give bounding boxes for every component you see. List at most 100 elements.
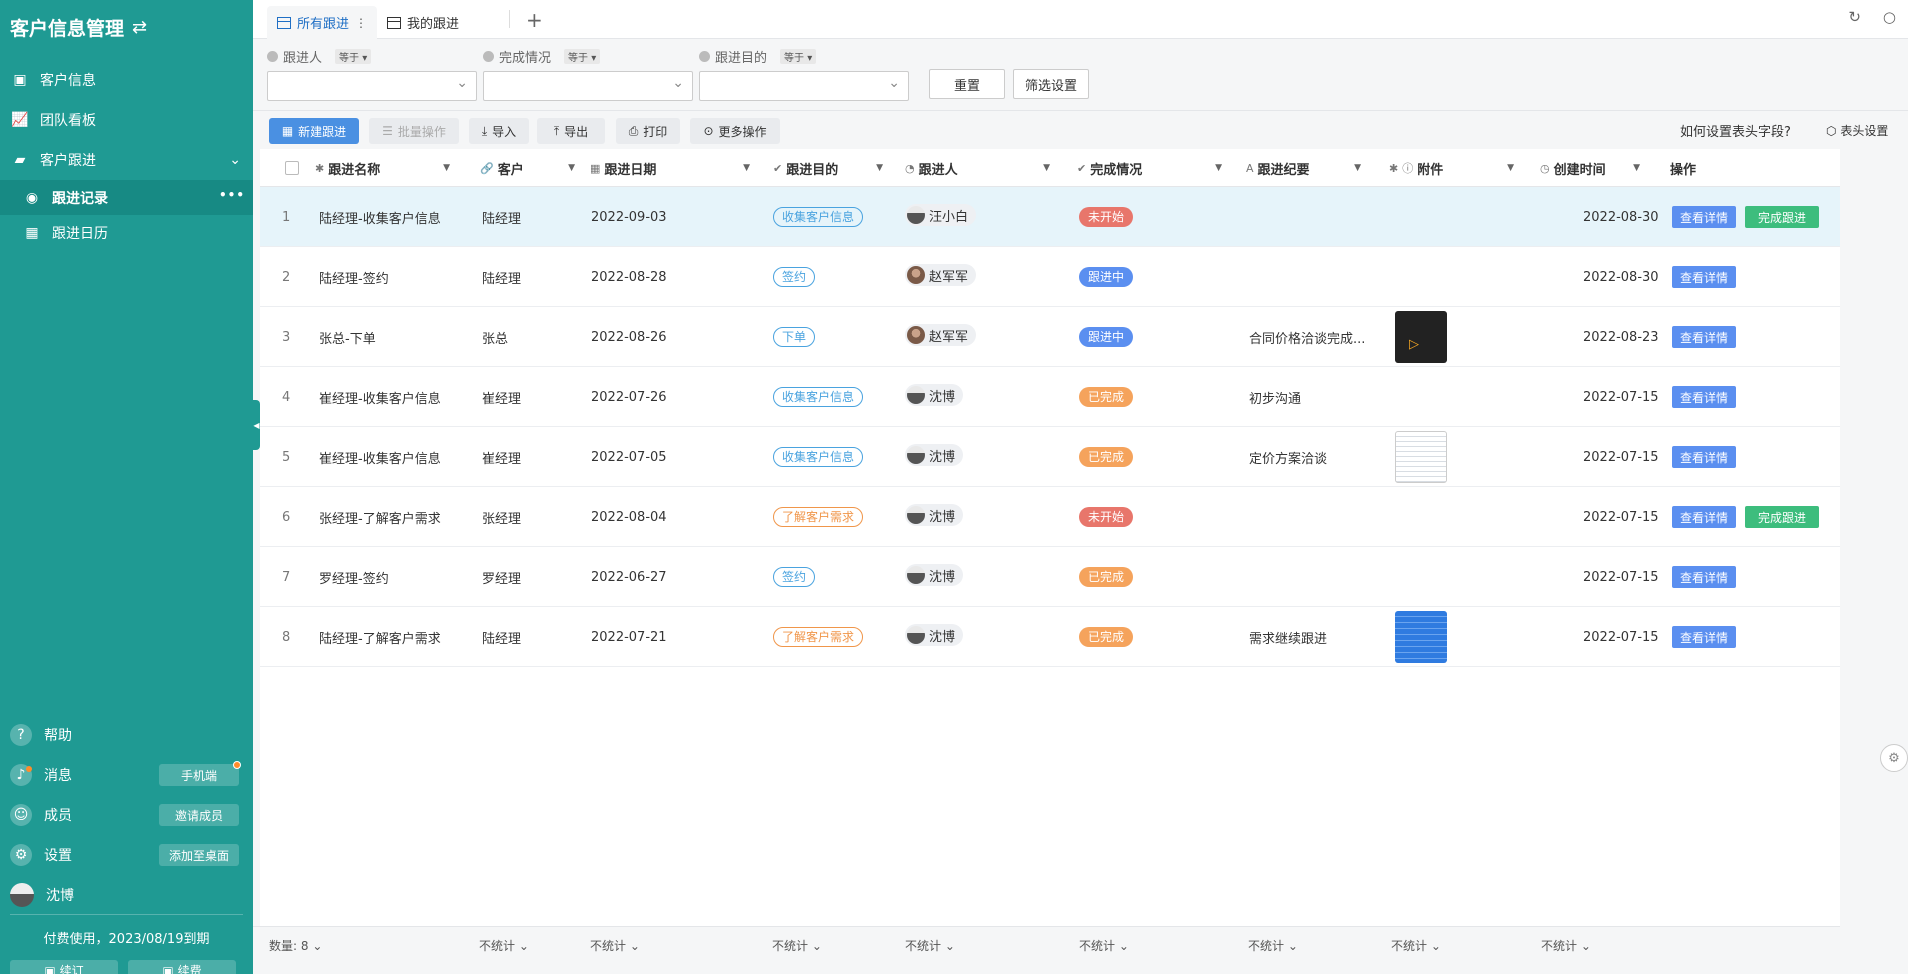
- purpose-select[interactable]: [699, 71, 909, 101]
- sort-dropdown-icon[interactable]: ▼: [1507, 163, 1514, 173]
- user-chip[interactable]: 赵军军: [905, 324, 977, 346]
- operator-dropdown[interactable]: 等于 ▾: [335, 48, 372, 64]
- customer-name[interactable]: 陆经理: [482, 607, 521, 667]
- table-row[interactable]: 3 张总-下单 张总 2022-08-26 下单 赵军军 跟进中 合同价格洽谈完成... 202…: [260, 307, 1840, 367]
- operator-dropdown[interactable]: 等于 ▾: [564, 48, 601, 64]
- sidebar-item-team-board[interactable]: 📈 团队看板: [0, 100, 253, 140]
- summary-status[interactable]: 不统计 ⌄: [1079, 937, 1129, 954]
- followup-name[interactable]: 陆经理-收集客户信息: [319, 187, 441, 247]
- table-row[interactable]: 2 陆经理-签约 陆经理 2022-08-28 签约 赵军军 跟进中 2022-08-30 查看…: [260, 247, 1840, 307]
- table-row[interactable]: 7 罗经理-签约 罗经理 2022-06-27 签约 沈博 已完成 2022-07-15 查看详…: [260, 547, 1840, 607]
- table-row[interactable]: 6 张经理-了解客户需求 张经理 2022-08-04 了解客户需求 沈博 未开始 2022-…: [260, 487, 1840, 547]
- col-person[interactable]: ◔ 跟进人 ▼: [905, 149, 1050, 187]
- view-details-button[interactable]: 查看详情: [1672, 266, 1736, 288]
- customer-name[interactable]: 陆经理: [482, 247, 521, 307]
- members-item[interactable]: ☺ 成员 邀请成员: [0, 795, 253, 835]
- add-tab-icon[interactable]: +: [526, 8, 543, 32]
- settings-item[interactable]: ⚙ 设置 添加至桌面: [0, 835, 253, 875]
- customer-name[interactable]: 张总: [482, 307, 508, 367]
- reset-button[interactable]: 重置: [929, 69, 1005, 99]
- view-details-button[interactable]: 查看详情: [1672, 386, 1736, 408]
- sort-dropdown-icon[interactable]: ▼: [1043, 163, 1050, 173]
- col-name[interactable]: ✱ 跟进名称 ▼: [315, 149, 450, 187]
- invite-members-button[interactable]: 邀请成员: [159, 804, 239, 826]
- summary-created[interactable]: 不统计 ⌄: [1541, 937, 1591, 954]
- sort-dropdown-icon[interactable]: ▼: [743, 163, 750, 173]
- messages-item[interactable]: ♪ 消息 手机端: [0, 755, 253, 795]
- refresh-icon[interactable]: ↻: [1848, 8, 1861, 26]
- user-item[interactable]: 沈博: [0, 875, 253, 915]
- col-created[interactable]: ◷ 创建时间 ▼: [1540, 149, 1640, 187]
- sidebar-item-followup-calendar[interactable]: ▦ 跟进日历: [0, 215, 253, 250]
- followup-name[interactable]: 张经理-了解客户需求: [319, 487, 441, 547]
- customer-name[interactable]: 崔经理: [482, 427, 521, 487]
- col-notes[interactable]: A 跟进纪要 ▼: [1246, 149, 1361, 187]
- sidebar-item-followup-records[interactable]: ◉ 跟进记录 •••: [0, 180, 253, 215]
- view-details-button[interactable]: 查看详情: [1672, 506, 1736, 528]
- view-details-button[interactable]: 查看详情: [1672, 446, 1736, 468]
- customer-name[interactable]: 陆经理: [482, 187, 521, 247]
- summary-date[interactable]: 不统计 ⌄: [590, 937, 640, 954]
- batch-operation-button[interactable]: ☰ 批量操作: [369, 118, 459, 144]
- followup-name[interactable]: 陆经理-了解客户需求: [319, 607, 441, 667]
- filter-settings-button[interactable]: 筛选设置: [1013, 69, 1089, 99]
- summary-person[interactable]: 不统计 ⌄: [905, 937, 955, 954]
- customer-name[interactable]: 崔经理: [482, 367, 521, 427]
- count-summary[interactable]: 数量: 8 ⌄: [269, 937, 322, 954]
- upgrade-button[interactable]: ▣ 续费: [128, 960, 236, 974]
- more-icon[interactable]: •••: [219, 188, 245, 202]
- attachment-thumbnail[interactable]: [1395, 611, 1447, 663]
- sort-dropdown-icon[interactable]: ▼: [443, 163, 450, 173]
- user-chip[interactable]: 沈博: [905, 444, 964, 466]
- user-chip[interactable]: 赵军军: [905, 264, 977, 286]
- sidebar-item-customer-followup[interactable]: ▰ 客户跟进 ⌄: [0, 140, 253, 180]
- col-date[interactable]: ▦ 跟进日期 ▼: [590, 149, 750, 187]
- customer-name[interactable]: 张经理: [482, 487, 521, 547]
- tab-all-followups[interactable]: 所有跟进 ⋮: [267, 6, 378, 39]
- view-details-button[interactable]: 查看详情: [1672, 206, 1736, 228]
- followup-name[interactable]: 崔经理-收集客户信息: [319, 427, 441, 487]
- user-chip[interactable]: 汪小白: [905, 204, 977, 226]
- kebab-icon[interactable]: ⋮: [355, 16, 367, 30]
- table-row[interactable]: 8 陆经理-了解客户需求 陆经理 2022-07-21 了解客户需求 沈博 已完成 需求继续跟…: [260, 607, 1840, 667]
- table-row[interactable]: 5 崔经理-收集客户信息 崔经理 2022-07-05 收集客户信息 沈博 已完成 定价方案洽…: [260, 427, 1840, 487]
- switch-app-icon[interactable]: ⇄: [132, 17, 147, 38]
- user-chip[interactable]: 沈博: [905, 384, 964, 406]
- mobile-app-button[interactable]: 手机端: [159, 764, 239, 786]
- user-chip[interactable]: 沈博: [905, 504, 964, 526]
- help-item[interactable]: ? 帮助: [0, 715, 253, 755]
- search-icon[interactable]: ○: [1883, 8, 1896, 26]
- col-customer[interactable]: 🔗 客户 ▼: [480, 149, 575, 187]
- new-followup-button[interactable]: ▦ 新建跟进: [269, 118, 359, 144]
- summary-attachment[interactable]: 不统计 ⌄: [1391, 937, 1441, 954]
- user-chip[interactable]: 沈博: [905, 624, 964, 646]
- sort-dropdown-icon[interactable]: ▼: [876, 163, 883, 173]
- table-row[interactable]: 1 陆经理-收集客户信息 陆经理 2022-09-03 收集客户信息 汪小白 未开始 2022…: [260, 187, 1840, 247]
- floating-settings-icon[interactable]: ⚙: [1880, 744, 1908, 772]
- print-button[interactable]: ⎙ 打印: [616, 118, 680, 144]
- attachment-thumbnail[interactable]: [1395, 431, 1447, 483]
- tab-my-followups[interactable]: 我的跟进: [377, 6, 469, 39]
- sort-dropdown-icon[interactable]: ▼: [1354, 163, 1361, 173]
- col-attachment[interactable]: ✱ ⓘ 附件 ▼: [1389, 149, 1514, 187]
- col-purpose[interactable]: ✔ 跟进目的 ▼: [773, 149, 883, 187]
- customer-name[interactable]: 罗经理: [482, 547, 521, 607]
- view-details-button[interactable]: 查看详情: [1672, 626, 1736, 648]
- add-to-desktop-button[interactable]: 添加至桌面: [159, 844, 239, 866]
- user-chip[interactable]: 沈博: [905, 564, 964, 586]
- export-button[interactable]: ⤒ 导出: [537, 118, 605, 144]
- col-status[interactable]: ✔ 完成情况 ▼: [1077, 149, 1222, 187]
- complete-followup-button[interactable]: 完成跟进: [1745, 206, 1819, 228]
- select-all-checkbox[interactable]: [285, 161, 299, 175]
- header-help-link[interactable]: 如何设置表头字段?: [1680, 121, 1791, 140]
- summary-customer[interactable]: 不统计 ⌄: [479, 937, 529, 954]
- operator-dropdown[interactable]: 等于 ▾: [780, 48, 817, 64]
- header-settings-button[interactable]: ⬡ 表头设置: [1826, 122, 1888, 139]
- import-button[interactable]: ⤓ 导入: [469, 118, 529, 144]
- sort-dropdown-icon[interactable]: ▼: [1215, 163, 1222, 173]
- status-select[interactable]: [483, 71, 693, 101]
- view-details-button[interactable]: 查看详情: [1672, 326, 1736, 348]
- summary-purpose[interactable]: 不统计 ⌄: [772, 937, 822, 954]
- follower-select[interactable]: [267, 71, 477, 101]
- sort-dropdown-icon[interactable]: ▼: [1633, 163, 1640, 173]
